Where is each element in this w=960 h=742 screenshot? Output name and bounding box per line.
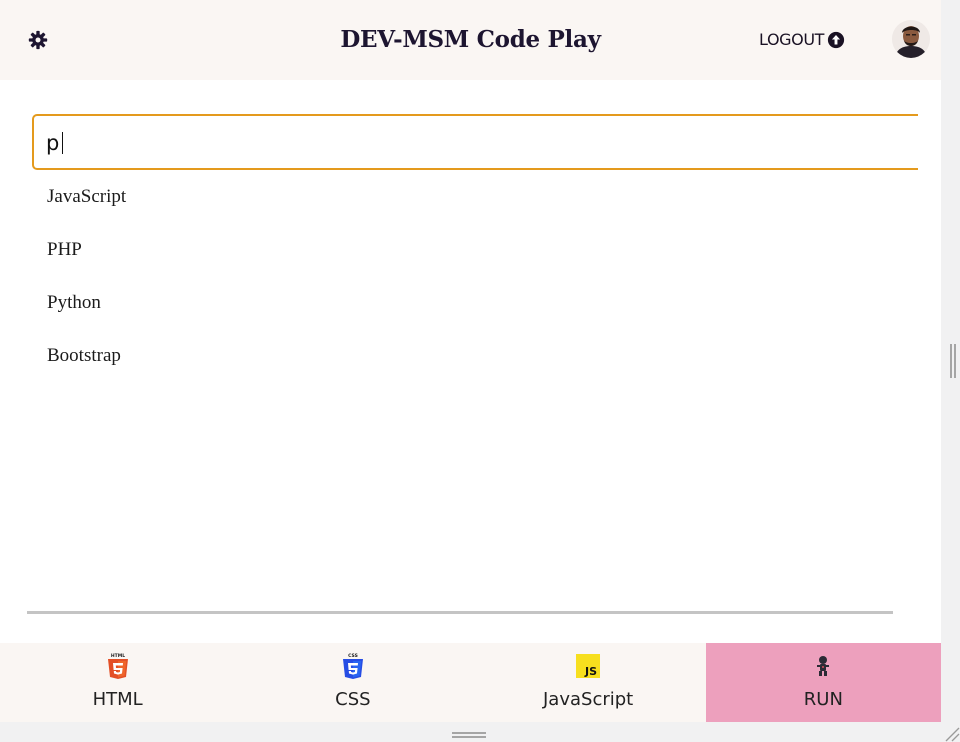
- text-caret: [62, 132, 63, 154]
- tab-label: CSS: [335, 689, 371, 710]
- tab-label: JavaScript: [543, 689, 634, 710]
- resize-corner-icon[interactable]: [942, 724, 960, 742]
- tab-javascript[interactable]: JS JavaScript: [471, 643, 706, 723]
- drag-handle-vertical-icon[interactable]: [948, 344, 958, 378]
- logout-button[interactable]: LOGOUT: [759, 30, 845, 49]
- js-icon: JS: [576, 654, 601, 678]
- runner-icon: [817, 656, 830, 676]
- suggestion-item[interactable]: Bootstrap: [47, 344, 126, 397]
- svg-text:JS: JS: [584, 665, 597, 678]
- tab-html[interactable]: HTML HTML: [0, 643, 235, 723]
- svg-text:HTML: HTML: [111, 653, 125, 659]
- run-button[interactable]: RUN: [705, 643, 941, 723]
- tab-label: RUN: [803, 689, 843, 710]
- tab-label: HTML: [92, 689, 143, 710]
- top-header: DEV-MSM Code Play LOGOUT: [0, 0, 941, 80]
- tab-css[interactable]: CSS CSS: [235, 643, 470, 723]
- app-window: DEV-MSM Code Play LOGOUT JavaScript: [0, 0, 941, 723]
- html5-icon: HTML: [107, 653, 128, 679]
- upload-circle-icon: [827, 31, 845, 48]
- css3-icon: CSS: [342, 653, 363, 679]
- divider: [27, 611, 893, 614]
- logout-label: LOGOUT: [759, 30, 825, 49]
- suggestion-list: JavaScript PHP Python Bootstrap: [47, 185, 126, 397]
- drag-handle-horizontal-icon[interactable]: [452, 731, 486, 739]
- suggestion-item[interactable]: Python: [47, 291, 126, 344]
- suggestion-item[interactable]: JavaScript: [47, 185, 126, 238]
- user-avatar[interactable]: [892, 20, 930, 58]
- suggestion-item[interactable]: PHP: [47, 238, 126, 291]
- avatar-portrait: [892, 20, 930, 58]
- editor-tab-bar: HTML HTML CSS CSS JS JavaScript RUN: [0, 643, 941, 723]
- svg-text:CSS: CSS: [348, 653, 358, 659]
- language-search[interactable]: [32, 114, 918, 170]
- search-input[interactable]: [34, 116, 918, 168]
